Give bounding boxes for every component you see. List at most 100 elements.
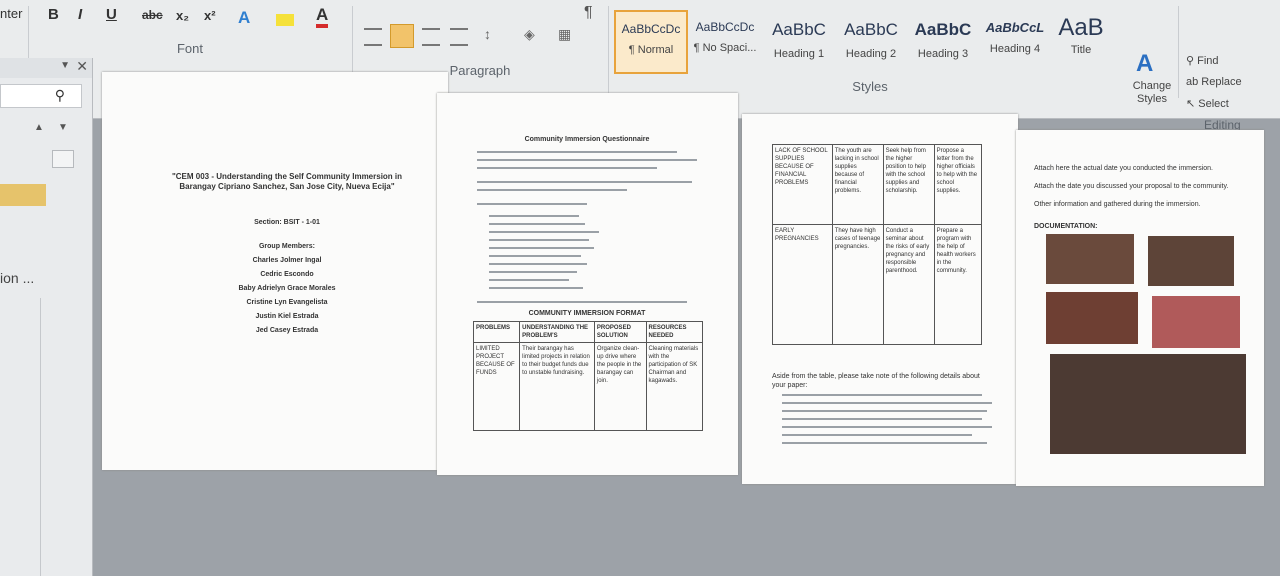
p2-text-line <box>477 189 627 191</box>
replace-button[interactable]: ab Replace <box>1186 76 1242 88</box>
document-page-4[interactable]: Attach here the actual date you conducte… <box>1016 130 1264 486</box>
styles-group-label: Styles <box>852 79 888 94</box>
table-cell: Conduct a seminar about the risks of ear… <box>882 224 935 345</box>
p3-note: Aside from the table, please take note o… <box>772 373 980 389</box>
style-heading-3[interactable]: AaBbC Heading 3 <box>908 10 978 70</box>
down-arrow-icon[interactable]: ▼ <box>58 122 68 133</box>
table-cell: Cleaning materials with the participatio… <box>645 342 703 431</box>
p2-text-line <box>477 167 657 169</box>
p2-list-line <box>489 223 585 225</box>
binoculars-icon: ⚲ <box>1186 55 1198 67</box>
scroll-up-button[interactable] <box>52 150 74 168</box>
style-sample: AaBbCcL <box>985 20 1045 35</box>
p1-section: Section: BSIT - 1-01 <box>254 219 320 226</box>
subscript-button[interactable]: x₂ <box>176 8 189 23</box>
align-right-icon[interactable] <box>422 28 440 46</box>
style-sample: AaB <box>1058 14 1104 41</box>
document-page-1[interactable]: "CEM 003 - Understanding the Self Commun… <box>102 72 448 470</box>
p3-text-line <box>782 442 987 444</box>
align-center-icon[interactable] <box>390 24 414 48</box>
p2-list-line <box>489 247 594 249</box>
table-cell: LACK OF SCHOOL SUPPLIES BECAUSE OF FINAN… <box>772 144 833 225</box>
line-spacing-icon[interactable]: ↕ <box>484 26 491 42</box>
bold-button[interactable]: B <box>48 6 59 23</box>
cursor-icon: ↖ <box>1186 98 1199 110</box>
close-icon[interactable]: ✕ <box>76 58 88 75</box>
p3-text-line <box>782 394 982 396</box>
documentation-photo <box>1046 292 1138 344</box>
table-header-cell: PROBLEMS <box>472 321 521 343</box>
p2-text-line <box>477 301 687 303</box>
p2-list-line <box>489 255 581 257</box>
p2-list-line <box>489 263 587 265</box>
table-cell: Seek help from the higher position to he… <box>882 144 935 225</box>
table-header-cell: UNDERSTANDING THE PROBLEM'S <box>519 321 595 343</box>
nav-heading-partial[interactable]: ion ... <box>0 270 34 286</box>
find-button[interactable]: ⚲ Find <box>1186 54 1219 67</box>
replace-icon: ab <box>1186 76 1202 88</box>
documentation-photo <box>1148 236 1234 286</box>
style-name: ¶ No Spaci... <box>693 42 757 54</box>
underline-button[interactable]: U <box>106 6 117 23</box>
p4-bullet: Attach here the actual date you conducte… <box>1034 165 1213 172</box>
shading-icon[interactable]: ◈ <box>524 26 535 43</box>
p1-member: Baby Adrielyn Grace Morales <box>238 285 336 292</box>
p2-list-line <box>489 279 569 281</box>
highlight-icon[interactable] <box>276 14 294 26</box>
change-styles-button[interactable]: A Change Styles <box>1128 50 1176 106</box>
table-cell: Their barangay has limited projects in r… <box>519 342 595 431</box>
table-cell: The youth are lacking in school supplies… <box>831 144 884 225</box>
italic-button[interactable]: I <box>78 6 82 23</box>
documentation-photo <box>1050 354 1246 454</box>
editing-group: ⚲ Find ab Replace ↖ Select <box>1180 0 1280 110</box>
borders-icon[interactable]: ▦ <box>558 26 571 43</box>
table-cell: LIMITED PROJECT BECAUSE OF FUNDS <box>472 342 521 431</box>
select-button[interactable]: ↖ Select <box>1186 97 1229 110</box>
table-cell: They have high cases of teenage pregnanc… <box>831 224 884 345</box>
align-left-icon[interactable] <box>364 28 382 46</box>
p2-table-title: COMMUNITY IMMERSION FORMAT <box>528 310 646 317</box>
document-page-2[interactable]: Community Immersion Questionnaire COMMUN… <box>437 93 738 475</box>
p4-bullet: Attach the date you discussed your propo… <box>1034 183 1229 190</box>
p2-immersion-table: PROBLEMS UNDERSTANDING THE PROBLEM'S PRO… <box>472 321 703 431</box>
p2-list-line <box>489 215 579 217</box>
p4-doc-label: DOCUMENTATION: <box>1034 223 1098 230</box>
document-page-3[interactable]: LACK OF SCHOOL SUPPLIES BECAUSE OF FINAN… <box>742 114 1018 484</box>
p4-bullet: Other information and gathered during th… <box>1034 201 1201 208</box>
text-effects-icon[interactable]: A <box>238 8 250 28</box>
justify-icon[interactable] <box>450 28 468 46</box>
style-normal[interactable]: AaBbCcDc ¶ Normal <box>614 10 688 74</box>
superscript-button[interactable]: x² <box>204 8 216 23</box>
find-label: Find <box>1197 55 1219 67</box>
documentation-photo <box>1152 296 1240 348</box>
p2-list-line <box>489 239 589 241</box>
ribbon-left-label: nter <box>0 6 23 21</box>
p1-member: Cristine Lyn Evangelista <box>246 299 328 306</box>
style-name: Heading 2 <box>845 48 897 60</box>
table-header-cell: PROPOSED SOLUTION <box>593 321 647 343</box>
p1-member: Jed Casey Estrada <box>255 327 319 334</box>
style-heading-1[interactable]: AaBbC Heading 1 <box>764 10 834 70</box>
style-no-spacing[interactable]: AaBbCcDc ¶ No Spaci... <box>690 10 760 70</box>
style-heading-2[interactable]: AaBbC Heading 2 <box>836 10 906 70</box>
up-arrow-icon[interactable]: ▲ <box>34 122 44 133</box>
strikethrough-button[interactable]: abc <box>142 8 163 22</box>
style-name: Heading 1 <box>773 48 825 60</box>
p1-title: "CEM 003 - Understanding the Self Commun… <box>171 172 403 191</box>
replace-label: Replace <box>1201 76 1242 88</box>
search-icon[interactable]: ⚲ <box>55 87 65 104</box>
style-title[interactable]: AaB Title <box>1046 10 1116 70</box>
p1-member: Cedric Escondo <box>260 271 314 278</box>
table-cell: EARLY PREGNANCIES <box>772 224 833 345</box>
style-heading-4[interactable]: AaBbCcL Heading 4 <box>980 10 1050 70</box>
nav-heading-item[interactable] <box>0 184 46 206</box>
chevron-down-icon[interactable]: ▼ <box>60 60 70 71</box>
p2-heading: Community Immersion Questionnaire <box>524 136 650 143</box>
nav-search-input[interactable]: ⚲ <box>0 84 82 108</box>
style-sample: AaBbCcDc <box>695 20 755 34</box>
font-color-icon[interactable]: A <box>316 6 329 28</box>
style-name: Heading 3 <box>917 48 969 60</box>
pilcrow-icon[interactable]: ¶ <box>584 4 593 22</box>
p2-list-line <box>489 231 599 233</box>
change-styles-label: Change Styles <box>1132 80 1172 105</box>
